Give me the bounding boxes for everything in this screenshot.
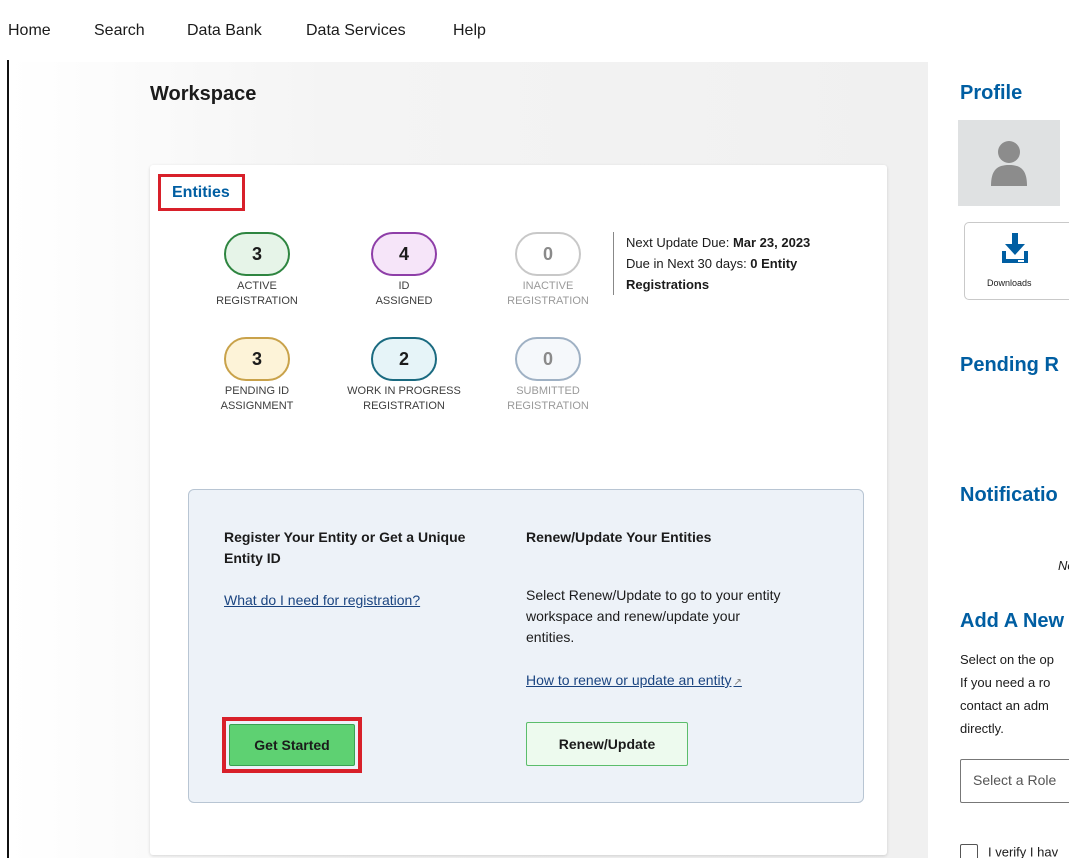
top-nav: Home Search Data Bank Data Services Help [0,0,1069,62]
user-icon [991,141,1027,186]
renew-description: Select Renew/Update to go to your entity… [526,587,781,645]
profile-title: Profile [960,82,1023,104]
nav-data-services[interactable]: Data Services [306,22,406,40]
registration-requirements-link[interactable]: What do I need for registration? [224,592,420,608]
stat-label: ID ASSIGNED [375,280,433,307]
next-update-info: Next Update Due: Mar 23, 2023 Due in Nex… [613,232,853,295]
renew-update-button[interactable]: Renew/Update [526,722,688,766]
nav-home[interactable]: Home [8,22,51,40]
stat-label: WORK IN PROGRESS REGISTRATION [347,385,461,412]
count-badge: 2 [371,337,437,381]
renew-title: Renew/Update Your Entities [526,529,712,545]
notifications-empty-text: No [1058,558,1069,573]
renew-help-link[interactable]: How to renew or update an entity ↗ [526,672,742,688]
entities-title[interactable]: Entities [172,184,230,202]
download-icon [1002,233,1028,263]
page-title: Workspace [150,83,257,105]
add-role-text-line: contact an adm [960,698,1049,713]
count-badge: 0 [515,232,581,276]
right-sidebar: Profile Downloads Pending R Notificatio … [930,62,1069,858]
avatar[interactable] [958,120,1060,206]
stat-label: SUBMITTED REGISTRATION [507,385,589,412]
downloads-label: Downloads [987,278,1032,288]
count-badge: 3 [224,232,290,276]
count-badge: 0 [515,337,581,381]
stat-label: PENDING ID ASSIGNMENT [220,385,294,412]
nav-help[interactable]: Help [453,22,486,40]
stat-label: ACTIVE REGISTRATION [216,280,298,307]
nav-search[interactable]: Search [94,22,145,40]
pending-requests-title: Pending R [960,354,1059,376]
register-title: Register Your Entity or Get a Unique Ent… [224,529,466,566]
add-new-role-title: Add A New [960,610,1065,632]
downloads-button[interactable]: Downloads [964,222,1069,300]
stat-submitted-registration[interactable]: 0 SUBMITTED REGISTRATION [487,337,609,414]
verify-checkbox[interactable] [960,844,978,858]
stat-inactive-registration[interactable]: 0 INACTIVE REGISTRATION [487,232,609,309]
stat-label: INACTIVE REGISTRATION [507,280,589,307]
stat-active-registration[interactable]: 3 ACTIVE REGISTRATION [196,232,318,309]
verify-label: I verify I hav [988,844,1059,858]
role-select[interactable]: Select a Role [960,759,1069,803]
add-role-text-line: directly. [960,721,1004,736]
count-badge: 4 [371,232,437,276]
get-started-button[interactable]: Get Started [229,724,355,766]
stat-pending-id-assignment[interactable]: 3 PENDING ID ASSIGNMENT [196,337,318,414]
nav-data-bank[interactable]: Data Bank [187,22,262,40]
stat-id-assigned[interactable]: 4 ID ASSIGNED [343,232,465,309]
external-link-icon: ↗ [733,677,742,688]
add-role-text-line: Select on the op [960,652,1054,667]
verify-row: I verify I hav [960,844,1058,858]
add-role-text-line: If you need a ro [960,675,1051,690]
stat-work-in-progress[interactable]: 2 WORK IN PROGRESS REGISTRATION [330,337,478,414]
count-badge: 3 [224,337,290,381]
notifications-title: Notificatio [960,484,1058,506]
